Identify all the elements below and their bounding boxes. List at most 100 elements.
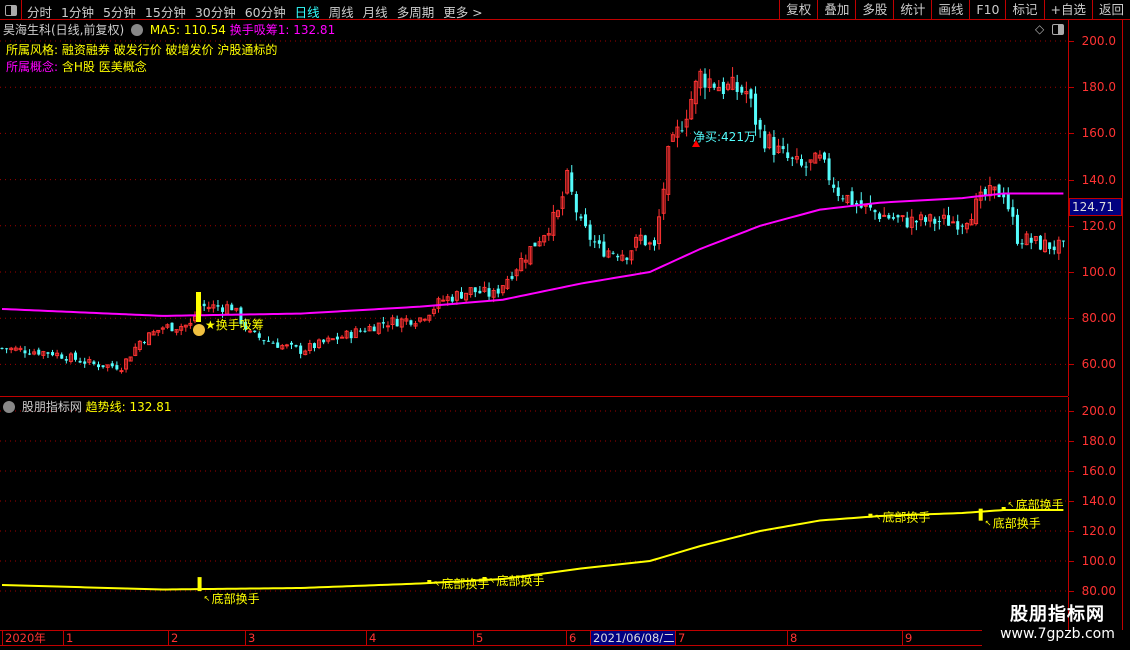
candle-down	[1038, 235, 1042, 250]
style-row: 所属风格: 融资融券 破发行价 破增发价 沪股通标的	[6, 41, 277, 58]
time-label: 5	[473, 631, 483, 645]
candle-down	[703, 73, 707, 88]
candle-down	[322, 339, 326, 343]
side-panel-strip[interactable]	[1122, 20, 1130, 630]
candle-down	[381, 322, 385, 324]
axis-tick-mark	[1069, 531, 1074, 532]
candle-down	[363, 330, 367, 332]
candle-down	[262, 340, 266, 342]
candle-down	[28, 353, 32, 355]
lower-header: 股朋指标网 趋势线: 132.81	[3, 398, 172, 415]
axis-tick-label: 80.00	[1081, 584, 1116, 598]
candle-down	[822, 152, 826, 160]
marker-bar	[427, 580, 432, 584]
indicator-axis[interactable]: 200.0 180.0 160.0 140.0 120.0 100.0 80.00	[1068, 397, 1122, 630]
time-label: 1	[63, 631, 73, 645]
candle-down	[878, 213, 882, 220]
time-label: 9	[902, 631, 912, 645]
axis-tick-mark	[1069, 364, 1074, 366]
candle-down	[781, 146, 785, 150]
axis-tick-mark	[1069, 179, 1074, 181]
candle-down	[584, 214, 588, 227]
marker-bar	[197, 577, 202, 592]
candle-down	[602, 241, 606, 257]
dropdown-icon[interactable]	[131, 24, 144, 36]
chart-canvas[interactable]: ↖ 底部换手↖ 底部换手 ↖ 底部换手↖ 底部换手 ↖ 底部换手↖ 底部换手★换手吸筹净买:42…	[0, 0, 1068, 630]
candle-down	[588, 224, 592, 240]
axis-tick-mark	[1069, 501, 1074, 502]
candle-down	[1061, 240, 1065, 242]
axis-tick-mark	[1069, 411, 1074, 412]
candle-down	[740, 86, 744, 93]
candle-down	[510, 276, 514, 279]
time-label: 7	[675, 631, 685, 645]
candle-down	[891, 217, 895, 219]
marker-bar	[978, 508, 983, 521]
candle-down	[372, 326, 376, 332]
time-label: 2021/06/08/二	[590, 631, 675, 645]
candle-down	[23, 350, 27, 354]
candle-up	[441, 299, 446, 302]
time-label: 2	[168, 631, 178, 645]
candle-down	[712, 83, 716, 88]
candle-down	[983, 189, 987, 196]
candle-down	[395, 318, 399, 327]
candle-down	[101, 365, 105, 368]
candle-down	[78, 360, 82, 363]
candle-down	[1011, 207, 1015, 217]
panel-divider[interactable]	[0, 396, 1068, 397]
marker-label: 底部换手	[496, 573, 544, 588]
candle-down	[46, 352, 50, 354]
time-label: 6	[566, 631, 576, 645]
candle-down	[60, 354, 64, 359]
candle-down	[202, 303, 206, 307]
time-label: 3	[245, 631, 255, 645]
style-label: 所属风格:	[6, 43, 59, 57]
marker-label: 底部换手	[993, 516, 1041, 531]
candle-down	[905, 217, 909, 228]
candle-down	[1048, 242, 1052, 249]
candle-up	[284, 344, 289, 347]
candle-down	[216, 305, 220, 307]
candle-down	[450, 296, 454, 302]
indicator-name[interactable]: 股朋指标网	[22, 400, 82, 414]
candle-down	[533, 242, 537, 247]
candle-down	[841, 198, 845, 200]
axis-tick-mark	[1069, 41, 1074, 42]
axis-tick-mark	[1069, 441, 1074, 442]
axis-tick-label: 100.0	[1081, 265, 1116, 279]
axis-tick-label: 80.00	[1081, 311, 1116, 326]
candle-down	[312, 343, 316, 349]
dropdown-icon[interactable]	[3, 401, 15, 413]
candle-down	[74, 352, 78, 360]
axis-tick-label: 180.0	[1081, 434, 1116, 448]
layout-toggle-icon[interactable]	[1052, 24, 1064, 35]
toolbar-button[interactable]: 返回	[1091, 0, 1130, 20]
candle-down	[335, 336, 339, 340]
stock-title[interactable]: 昊海生科(日线,前复权)	[3, 23, 124, 37]
signal-label: ★换手吸筹	[205, 318, 264, 332]
candle-up	[951, 221, 956, 224]
axis-tick-label: 120.0	[1081, 524, 1116, 538]
diamond-icon[interactable]: ◇	[1035, 22, 1044, 36]
candle-down	[570, 172, 574, 192]
candle-down	[836, 187, 840, 197]
axis-tick-mark	[1069, 272, 1074, 273]
candle-down	[933, 218, 937, 224]
indicator-value: 换手吸筹1: 132.81	[229, 23, 336, 37]
signal-bar	[196, 292, 201, 322]
candle-down	[832, 184, 836, 188]
candle-down	[267, 340, 270, 342]
axis-tick-label: 120.0	[1081, 218, 1116, 233]
candle-down	[257, 333, 261, 338]
candle-down	[1002, 194, 1006, 198]
candle-down	[625, 257, 629, 260]
marker-arrow: ↖	[488, 576, 495, 585]
time-axis[interactable]: 2020年 1 2 3 4 5 6 2021/06/08/二 7 8 9	[0, 630, 982, 646]
axis-tick-mark	[1069, 561, 1074, 562]
current-price-label: 124.71	[1069, 198, 1122, 216]
candle-down	[873, 210, 877, 213]
axis-tick-mark	[1069, 225, 1074, 227]
candle-down	[611, 252, 615, 254]
axis-tick-label: 60.00	[1081, 357, 1116, 372]
